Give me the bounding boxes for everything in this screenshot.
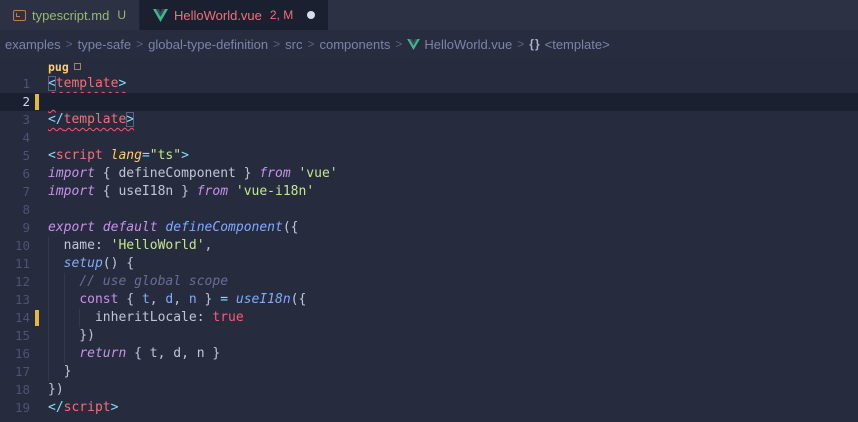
code-line[interactable]: 19 </script> [0,399,858,417]
breadcrumb-label: global-type-definition [148,37,268,52]
line-number: 15 [0,327,30,345]
breadcrumb-separator: > [517,37,524,51]
code-text: <template> [48,75,126,93]
git-modified-marker [35,94,39,110]
breadcrumb-item[interactable]: {} <template> [529,37,609,52]
markdown-icon [13,10,26,21]
line-number: 1 [0,75,30,93]
code-text: inheritLocale: true [48,309,244,327]
bracket-match-box: > [126,112,134,127]
line-number: 16 [0,345,30,363]
symbol-braces-icon: {} [529,37,540,51]
tab-label: typescript.md [32,8,109,23]
tab-typescript-md[interactable]: typescript.md U [0,0,140,30]
breadcrumb-separator: > [66,37,73,51]
breadcrumb-item[interactable]: src [285,37,302,52]
line-number: 3 [0,111,30,129]
breadcrumb-item[interactable]: examples [5,37,61,52]
code-line[interactable]: 17 } [0,363,858,381]
line-number: 9 [0,219,30,237]
line-number: 10 [0,237,30,255]
code-line[interactable]: 13 const { t, d, n } = useI18n({ [0,291,858,309]
code-line[interactable]: 8 [0,201,858,219]
error-squiggle: </template> [48,112,134,127]
code-line[interactable]: 4 [0,129,858,147]
line-number: 2 [0,93,30,111]
line-number: 6 [0,165,30,183]
breadcrumb-label: src [285,37,302,52]
line-number: 7 [0,183,30,201]
breadcrumb-label: type-safe [78,37,131,52]
line-number: 4 [0,129,30,147]
code-line[interactable]: 18}) [0,381,858,399]
line-number: 13 [0,291,30,309]
line-number: 5 [0,147,30,165]
code-line[interactable]: 5 <script lang="ts"> [0,147,858,165]
code-text: }) [48,327,95,345]
pug-lang-checkbox-icon[interactable] [74,63,81,70]
code-line[interactable]: 1 <template> [0,75,858,93]
line-number: 12 [0,273,30,291]
code-editor[interactable]: pug 1 <template> 2 3 </template> 45 <script l… [0,58,858,422]
code-text: </script> [48,399,118,417]
problems-modified-badge: 2, M [270,8,293,22]
code-text: const { t, d, n } = useI18n({ [48,291,306,309]
breadcrumb-separator: > [307,37,314,51]
git-status-badge: U [117,8,126,22]
code-text: return { t, d, n } [48,345,220,363]
template-lang-indicator: pug [0,58,858,75]
pug-lang-button[interactable]: pug [48,58,69,76]
breadcrumb-item[interactable]: components [320,37,391,52]
code-text [48,93,56,111]
code-line[interactable]: 15 }) [0,327,858,345]
breadcrumb-label: examples [5,37,61,52]
code-line[interactable]: 10 name: 'HelloWorld', [0,237,858,255]
line-number: 19 [0,399,30,417]
breadcrumb-label: <template> [545,37,610,52]
code-line[interactable]: 3 </template> [0,111,858,129]
breadcrumb-separator: > [136,37,143,51]
bracket-match-box: < [48,76,56,91]
line-number: 11 [0,255,30,273]
tab-helloworld-vue[interactable]: HelloWorld.vue 2, M [140,0,328,30]
code-line[interactable]: 16 return { t, d, n } [0,345,858,363]
line-number: 8 [0,201,30,219]
code-line[interactable]: 9 export default defineComponent({ [0,219,858,237]
line-number: 18 [0,381,30,399]
breadcrumb-label: HelloWorld.vue [424,37,512,52]
breadcrumb-item[interactable]: global-type-definition [148,37,268,52]
vue-icon [407,39,420,50]
vue-icon [153,9,168,22]
code-line[interactable]: 14 inheritLocale: true [0,309,858,327]
code-text: </template> [48,111,134,129]
breadcrumb-separator: > [395,37,402,51]
tab-bar: typescript.md U HelloWorld.vue 2, M [0,0,858,30]
tab-modified-dot[interactable] [307,11,315,19]
line-number: 14 [0,309,30,327]
breadcrumb: examples > type-safe > global-type-definitio… [0,30,858,58]
code-text: } [48,363,71,381]
error-squiggle [48,94,56,109]
code-text: name: 'HelloWorld', [48,237,212,255]
code-line[interactable]: 11 setup() { [0,255,858,273]
code-text: }) [48,381,64,399]
error-squiggle: <template> [48,76,126,91]
line-number: 17 [0,363,30,381]
code-text: setup() { [48,255,134,273]
code-text: import { useI18n } from 'vue-i18n' [48,183,314,201]
code-line[interactable]: 6 import { defineComponent } from 'vue' [0,165,858,183]
breadcrumb-item[interactable]: HelloWorld.vue [407,37,512,52]
code-line[interactable]: 12 // use global scope [0,273,858,291]
breadcrumb-item[interactable]: type-safe [78,37,131,52]
code-text: // use global scope [48,273,228,291]
git-modified-marker [35,310,39,326]
code-line[interactable]: 2 [0,93,858,111]
code-text: import { defineComponent } from 'vue' [48,165,338,183]
code-text: <script lang="ts"> [48,147,189,165]
code-text: export default defineComponent({ [48,219,298,237]
breadcrumb-label: components [320,37,391,52]
code-line[interactable]: 7 import { useI18n } from 'vue-i18n' [0,183,858,201]
tab-label: HelloWorld.vue [174,8,262,23]
breadcrumb-separator: > [273,37,280,51]
